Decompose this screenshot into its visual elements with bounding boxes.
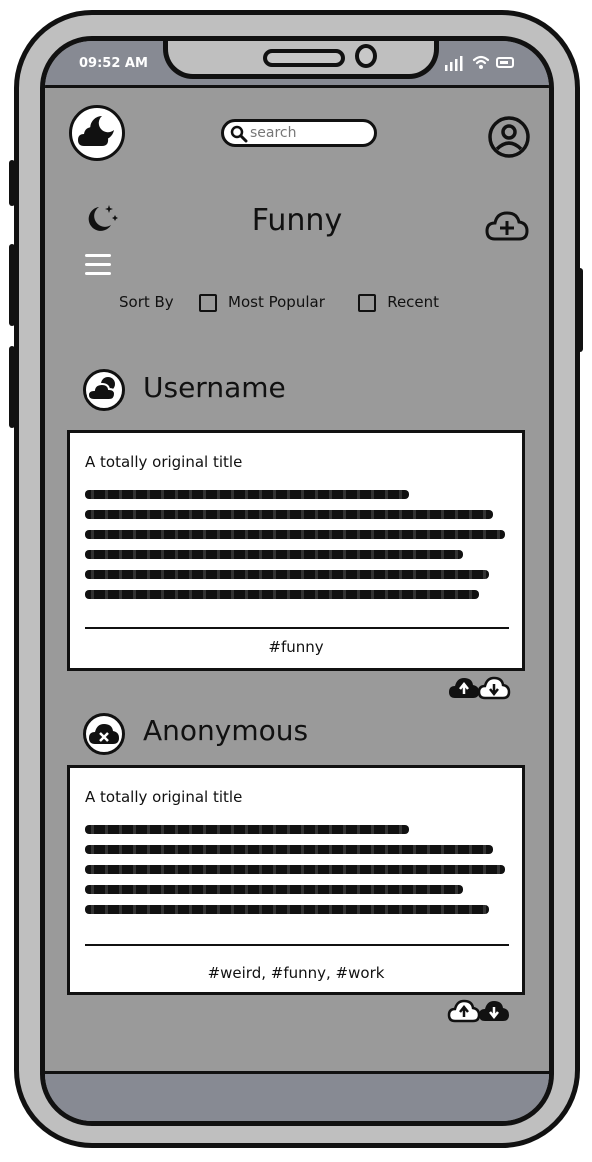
cloud-plus-icon [485,211,529,241]
search-placeholder: search [250,125,297,141]
card-divider [85,944,509,946]
sort-label: Sort By [119,293,174,311]
vote-controls [447,675,511,705]
new-post-button[interactable] [485,209,529,247]
signal-icon [445,55,514,71]
phone-side-button [9,160,15,206]
sort-option-recent: Recent [387,293,440,311]
post-tags[interactable]: #weird, #funny, #work [70,964,522,982]
sort-recent-checkbox[interactable] [358,293,377,312]
upvote-button[interactable] [447,999,481,1023]
avatar[interactable] [83,369,125,411]
post-username[interactable]: Anonymous [143,714,308,747]
sort-controls: Sort By Most Popular Recent [119,293,439,312]
post-title: A totally original title [85,453,243,471]
status-time: 09:52 AM [79,56,148,71]
post-card[interactable]: A totally original title #weird, #funny,… [67,765,525,995]
sort-most-popular-checkbox[interactable] [199,293,218,312]
logo[interactable] [69,105,125,161]
post-username[interactable]: Username [143,371,286,404]
phone-screen: 09:52 AM search Funny Sort By Most Popul… [40,36,554,1126]
post-title: A totally original title [85,788,243,806]
user-circle-icon [488,116,530,158]
avatar[interactable] [83,713,125,755]
post-tags[interactable]: #funny [70,638,522,656]
downvote-button[interactable] [479,1001,509,1021]
cloud-moon-icon [78,116,114,146]
downvote-button[interactable] [477,676,511,700]
status-icons [443,51,519,77]
cloud-sun-icon [86,377,117,401]
phone-side-button [9,346,15,428]
cloud-x-icon [89,724,119,744]
profile-button[interactable] [487,115,531,163]
phone-side-button [577,268,583,352]
sort-option-most-popular: Most Popular [228,293,325,311]
upvote-button[interactable] [449,678,479,698]
phone-camera [355,44,377,68]
status-divider [45,85,549,88]
post-card[interactable]: A totally original title #funny [67,430,525,671]
hamburger-menu-icon [85,254,111,275]
search-icon [230,125,248,143]
phone-speaker [263,49,345,67]
page-title: Funny [251,203,343,238]
vote-controls [447,998,511,1028]
phone-side-button [9,244,15,326]
bottom-bar [45,1071,549,1121]
menu-button[interactable] [83,251,113,283]
card-divider [85,627,509,629]
search-input[interactable]: search [221,119,377,147]
